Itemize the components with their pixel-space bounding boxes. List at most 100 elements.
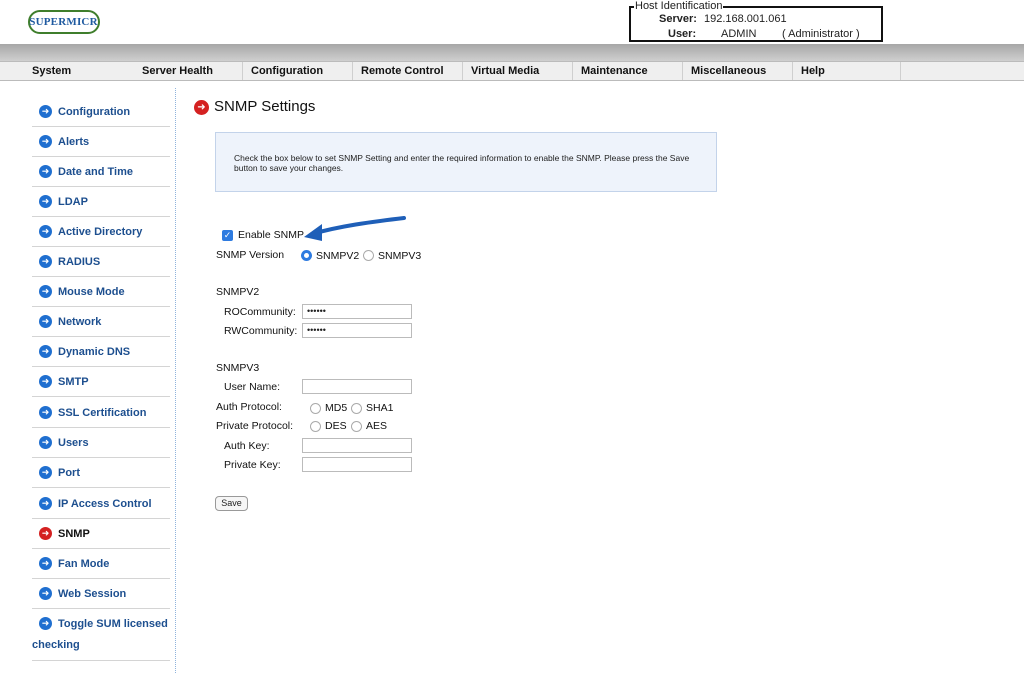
menu-system[interactable]: System [24, 62, 134, 80]
user-role: ( Administrator ) [782, 28, 860, 40]
enable-snmp-checkbox[interactable]: ✓ [222, 230, 233, 241]
snmpv3-radio[interactable] [363, 250, 374, 261]
sidebar-item-alerts[interactable]: ➜ Alerts [32, 127, 170, 157]
menu-maintenance[interactable]: Maintenance [572, 62, 682, 80]
sidebar-item-label: Configuration [58, 106, 131, 118]
sidebar-item-radius[interactable]: ➜ RADIUS [32, 247, 170, 277]
arrow-right-circle-icon: ➜ [39, 406, 52, 419]
sidebar-item-web-session[interactable]: ➜ Web Session [32, 579, 170, 609]
supermicro-logo: SUPERMICR [28, 10, 100, 34]
arrow-right-circle-icon: ➜ [39, 165, 52, 178]
user-value: ADMIN [721, 28, 757, 40]
sidebar-item-label: Fan Mode [58, 558, 110, 570]
private-key-input[interactable] [302, 457, 412, 472]
arrow-right-circle-icon: ➜ [39, 255, 52, 268]
host-identification-box: Host Identification Server: 192.168.001.… [629, 0, 883, 42]
header-divider-bar [0, 44, 1024, 61]
arrow-right-circle-icon: ➜ [39, 135, 52, 148]
sidebar-item-label: Network [58, 316, 102, 328]
arrow-right-circle-icon: ➜ [39, 345, 52, 358]
sidebar-item-configuration[interactable]: ➜ Configuration [32, 97, 170, 127]
rw-community-input[interactable]: •••••• [302, 323, 412, 338]
sidebar-separator [175, 88, 176, 673]
arrow-right-circle-icon: ➜ [39, 557, 52, 570]
private-protocol-label: Private Protocol: [216, 420, 294, 432]
sidebar-item-label: Web Session [58, 588, 127, 600]
sidebar-item-users[interactable]: ➜ Users [32, 428, 170, 458]
aes-radio-label: AES [366, 420, 388, 432]
info-box: Check the box below to set SNMP Setting … [215, 132, 717, 192]
arrow-right-circle-icon: ➜ [39, 436, 52, 449]
auth-protocol-label: Auth Protocol: [216, 401, 282, 413]
snmpv2-radio[interactable] [301, 250, 312, 261]
sidebar-item-label: SMTP [58, 376, 89, 388]
sidebar-item-label: SSL Certification [58, 407, 147, 419]
sidebar-item-label: Mouse Mode [58, 286, 125, 298]
sha1-radio-label: SHA1 [366, 402, 394, 414]
user-name-label: User Name: [224, 381, 281, 393]
md5-radio-label: MD5 [325, 402, 348, 414]
snmpv2-heading: SNMPV2 [216, 286, 260, 298]
sidebar-item-smtp[interactable]: ➜ SMTP [32, 367, 170, 397]
auth-key-input[interactable] [302, 438, 412, 453]
des-radio[interactable] [310, 421, 321, 432]
sidebar-item-dynamic-dns[interactable]: ➜ Dynamic DNS [32, 337, 170, 367]
aes-radio[interactable] [351, 421, 362, 432]
sha1-radio[interactable] [351, 403, 362, 414]
des-radio-label: DES [325, 420, 347, 432]
arrow-right-circle-icon: ➜ [39, 225, 52, 238]
ro-community-input[interactable]: •••••• [302, 304, 412, 319]
arrow-right-circle-icon: ➜ [39, 527, 52, 540]
auth-key-label: Auth Key: [224, 440, 270, 452]
menu-server-health[interactable]: Server Health [134, 62, 242, 80]
menu-configuration[interactable]: Configuration [242, 62, 352, 80]
enable-snmp-label: Enable SNMP [238, 229, 304, 241]
pointer-arrow-annotation [304, 216, 406, 241]
arrow-right-circle-icon: ➜ [39, 587, 52, 600]
sidebar-item-network[interactable]: ➜ Network [32, 307, 170, 337]
server-label: Server: [659, 13, 697, 25]
sidebar-item-label: IP Access Control [58, 498, 152, 510]
arrow-right-circle-icon: ➜ [194, 100, 209, 115]
sidebar-item-label: Active Directory [58, 226, 143, 238]
sidebar-item-label: SNMP [58, 528, 90, 540]
private-key-label: Private Key: [224, 459, 281, 471]
sidebar-item-snmp[interactable]: ➜ SNMP [32, 519, 170, 549]
sidebar-item-date-and-time[interactable]: ➜ Date and Time [32, 157, 170, 187]
arrow-right-circle-icon: ➜ [39, 105, 52, 118]
sidebar-item-toggle-sum-licensed-checking[interactable]: ➜ Toggle SUM licensed checking [32, 609, 170, 661]
sidebar-item-active-directory[interactable]: ➜ Active Directory [32, 217, 170, 247]
arrow-right-circle-icon: ➜ [39, 285, 52, 298]
rw-community-label: RWCommunity: [224, 325, 298, 337]
ro-community-label: ROCommunity: [224, 306, 296, 318]
menu-virtual-media[interactable]: Virtual Media [462, 62, 572, 80]
snmpv3-radio-label: SNMPV3 [378, 250, 422, 262]
user-label: User: [668, 28, 697, 40]
sidebar-item-port[interactable]: ➜ Port [32, 458, 170, 488]
sidebar-item-label: Date and Time [58, 166, 133, 178]
sidebar-item-label: LDAP [58, 196, 88, 208]
arrow-right-circle-icon: ➜ [39, 466, 52, 479]
menu-remote-control[interactable]: Remote Control [352, 62, 462, 80]
sidebar-item-label: Toggle SUM licensed [58, 618, 168, 630]
save-button[interactable]: Save [215, 496, 248, 511]
sidebar-item-label: Users [58, 437, 89, 449]
arrow-right-circle-icon: ➜ [39, 617, 52, 630]
menu-help[interactable]: Help [792, 62, 900, 80]
arrow-right-circle-icon: ➜ [39, 195, 52, 208]
sidebar-item-label: Port [58, 467, 80, 479]
sidebar-item-ssl-certification[interactable]: ➜ SSL Certification [32, 397, 170, 428]
arrow-right-circle-icon: ➜ [39, 375, 52, 388]
snmpv3-heading: SNMPV3 [216, 362, 260, 374]
top-menu-bar: System Server Health Configuration Remot… [0, 61, 1024, 81]
sidebar-item-label: Alerts [58, 136, 90, 148]
sidebar-item-ip-access-control[interactable]: ➜ IP Access Control [32, 488, 170, 519]
sidebar-item-ldap[interactable]: ➜ LDAP [32, 187, 170, 217]
sidebar-item-fan-mode[interactable]: ➜ Fan Mode [32, 549, 170, 579]
menu-miscellaneous[interactable]: Miscellaneous [682, 62, 792, 80]
sidebar-item-mouse-mode[interactable]: ➜ Mouse Mode [32, 277, 170, 307]
sidebar-item-label-continued: checking [32, 639, 80, 651]
user-name-input[interactable] [302, 379, 412, 394]
md5-radio[interactable] [310, 403, 321, 414]
sidebar-item-label: Dynamic DNS [58, 346, 131, 358]
